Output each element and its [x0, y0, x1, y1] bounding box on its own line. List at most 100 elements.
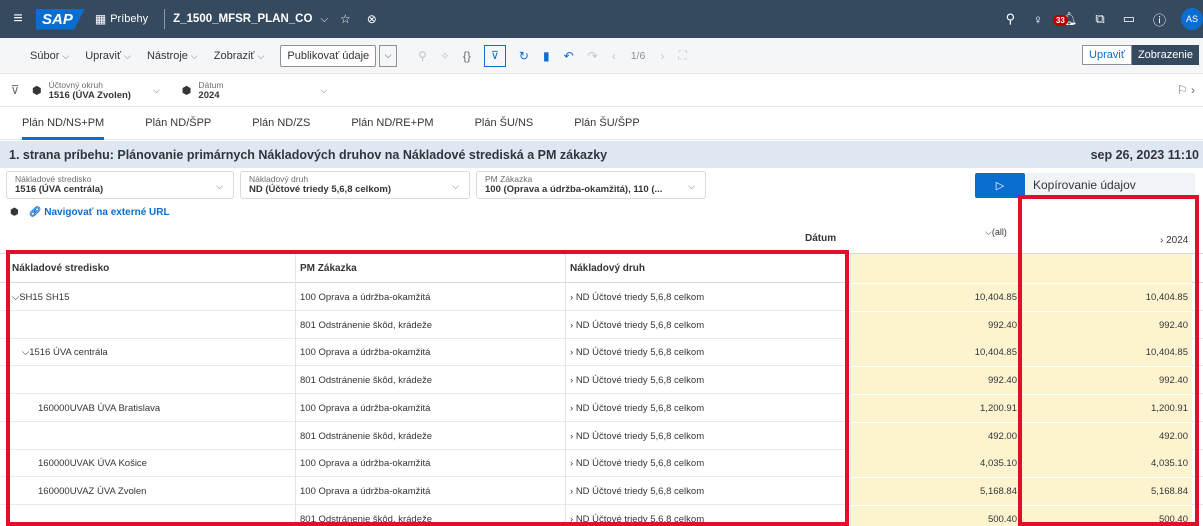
comments-icon[interactable]: ▭	[1123, 11, 1135, 27]
table-row[interactable]: 801 Odstránenie škôd, krádeže › ND Účtové…	[0, 422, 1203, 450]
copy-data-button[interactable]: ▷	[975, 173, 1025, 198]
filter-settings-icon[interactable]: ⚐ ›	[1177, 83, 1195, 97]
cell-cost-center[interactable]: 160000UVAK ÚVA Košice	[38, 450, 147, 477]
cell-value-2024[interactable]: 4,035.10	[1022, 450, 1192, 478]
cell-value-2024[interactable]: 492.00	[1022, 422, 1192, 450]
view-mode-button[interactable]: Zobrazenie	[1131, 45, 1199, 65]
search-icon[interactable]: ⚲	[1006, 11, 1016, 27]
header-pm-order[interactable]: PM Zákazka	[300, 254, 357, 283]
cell-pm-order[interactable]: 801 Odstránenie škôd, krádeže	[300, 312, 432, 339]
cell-value-2024[interactable]: 1,200.91	[1022, 394, 1192, 422]
cell-value-all[interactable]: 4,035.10	[851, 450, 1021, 478]
cell-cost-type[interactable]: › ND Účtové triedy 5,6,8 celkom	[570, 478, 704, 505]
notifications-icon[interactable]: 🔔︎ 33	[1052, 11, 1077, 27]
story-name[interactable]: Z_1500_MFSR_PLAN_CO	[173, 13, 312, 25]
chevron-right-icon[interactable]: ›	[570, 320, 573, 331]
lightbulb-icon[interactable]: ♀	[1033, 12, 1043, 27]
tab-su-spp[interactable]: Plán ŠU/ŠPP	[574, 107, 639, 140]
cell-cost-type[interactable]: › ND Účtové triedy 5,6,8 celkom	[570, 284, 704, 311]
cell-cost-center[interactable]: ⌵SH15 SH15	[12, 284, 69, 311]
table-row[interactable]: ⌵SH15 SH15 100 Oprava a údržba-okamžitá › …	[0, 284, 1203, 311]
table-row[interactable]: 160000UVAB ÚVA Bratislava 100 Oprava a úd…	[0, 394, 1203, 422]
refresh-icon[interactable]: ↻	[519, 49, 529, 63]
menu-icon[interactable]: ≡	[0, 10, 36, 28]
all-header[interactable]: ⌵(all)	[985, 227, 1007, 238]
table-row[interactable]: 801 Odstránenie škôd, krádeže › ND Účtové…	[0, 367, 1203, 395]
cell-pm-order[interactable]: 801 Odstránenie škôd, krádeže	[300, 423, 432, 450]
menu-view[interactable]: Zobraziť ⌵	[214, 50, 265, 62]
chevron-right-icon[interactable]: ›	[570, 347, 573, 358]
cell-cost-type[interactable]: › ND Účtové triedy 5,6,8 celkom	[570, 312, 704, 339]
copy-data-label[interactable]: Kopírovanie údajov	[1025, 173, 1195, 198]
input-cost-center[interactable]: Nákladové stredisko 1516 (ÚVA centrála) …	[6, 171, 234, 199]
cell-cost-type[interactable]: › ND Účtové triedy 5,6,8 celkom	[570, 367, 704, 394]
navigation-icon[interactable]: ⟡	[441, 48, 449, 63]
cell-value-all[interactable]: 10,404.85	[851, 339, 1021, 367]
cell-value-all[interactable]: 5,168.84	[851, 477, 1021, 505]
header-cost-center[interactable]: Nákladové stredisko	[12, 254, 109, 283]
cell-cost-type[interactable]: › ND Účtové triedy 5,6,8 celkom	[570, 450, 704, 477]
avatar[interactable]: AS	[1181, 8, 1203, 30]
cell-value-2024[interactable]: 992.40	[1022, 311, 1192, 339]
undo-icon[interactable]: ↶	[564, 49, 574, 63]
close-icon[interactable]: ⊗	[367, 12, 377, 26]
publish-dropdown[interactable]: ⌵	[379, 44, 398, 67]
header-cost-type[interactable]: Nákladový druh	[570, 254, 645, 283]
pin-icon[interactable]: ⚲	[418, 49, 427, 63]
cell-value-2024[interactable]: 10,404.85	[1022, 284, 1192, 311]
cell-pm-order[interactable]: 100 Oprava a údržba-okamžitá	[300, 395, 430, 422]
tab-nd-spp[interactable]: Plán ND/ŠPP	[145, 107, 211, 140]
year-header[interactable]: › 2024	[1160, 235, 1188, 246]
input-pm-order[interactable]: PM Zákazka 100 (Oprava a údržba-okamžitá…	[476, 171, 706, 199]
cell-cost-center[interactable]: 160000UVAB ÚVA Bratislava	[38, 395, 160, 422]
cell-pm-order[interactable]: 100 Oprava a údržba-okamžitá	[300, 284, 430, 311]
cell-pm-order[interactable]: 100 Oprava a údržba-okamžitá	[300, 478, 430, 505]
menu-file[interactable]: Súbor ⌵	[30, 50, 69, 62]
help-icon[interactable]: ⓘ	[1153, 10, 1166, 29]
chevron-right-icon[interactable]: ›	[570, 375, 573, 386]
cell-cost-type[interactable]: › ND Účtové triedy 5,6,8 celkom	[570, 339, 704, 366]
cell-value-2024[interactable]: 5,168.84	[1022, 477, 1192, 505]
bookmark-icon[interactable]: ▮	[543, 49, 550, 63]
publish-button[interactable]: Publikovať údaje	[280, 44, 377, 67]
cell-pm-order[interactable]: 801 Odstránenie škôd, krádeže	[300, 506, 432, 526]
chevron-right-icon[interactable]: ›	[570, 486, 573, 497]
tab-nd-zs[interactable]: Plán ND/ZS	[252, 107, 310, 140]
tab-nd-re-pm[interactable]: Plán ND/RE+PM	[351, 107, 433, 140]
prev-page-icon[interactable]: ‹	[612, 49, 616, 63]
chevron-right-icon[interactable]: ›	[570, 514, 573, 525]
chevron-down-icon[interactable]: ⌵	[320, 14, 328, 25]
redo-icon[interactable]: ↷	[588, 49, 598, 63]
discussions-icon[interactable]: ⧉	[1095, 11, 1104, 27]
fullscreen-icon[interactable]: ⛶	[678, 48, 686, 63]
filter-icon[interactable]: ⊽	[483, 44, 506, 67]
table-row[interactable]: 801 Odstránenie škôd, krádeže › ND Účtové…	[0, 505, 1203, 526]
next-page-icon[interactable]: ›	[660, 49, 664, 63]
chevron-down-icon[interactable]: ⌵	[153, 85, 160, 96]
cell-value-all[interactable]: 10,404.85	[851, 284, 1021, 311]
sap-logo[interactable]: SAP	[36, 8, 85, 30]
formula-icon[interactable]: {}	[463, 49, 471, 63]
tab-su-ns[interactable]: Plán ŠU/NS	[475, 107, 534, 140]
menu-tools[interactable]: Nástroje ⌵	[147, 50, 198, 62]
filter-company-code[interactable]: ⬢ Účtovný okruh 1516 (ÚVA Zvolen) ⌵	[30, 80, 160, 101]
table-row[interactable]: ⌵1516 ÚVA centrála 100 Oprava a údržba-ok…	[0, 339, 1203, 367]
cell-pm-order[interactable]: 100 Oprava a údržba-okamžitá	[300, 339, 430, 366]
cell-value-2024[interactable]: 992.40	[1022, 367, 1192, 395]
chevron-right-icon[interactable]: ›	[570, 431, 573, 442]
cell-value-all[interactable]: 500.40	[851, 505, 1021, 526]
edit-mode-button[interactable]: Upraviť	[1082, 45, 1132, 65]
cell-value-all[interactable]: 992.40	[851, 311, 1021, 339]
cell-value-2024[interactable]: 10,404.85	[1022, 339, 1192, 367]
cell-value-all[interactable]: 992.40	[851, 367, 1021, 395]
filter-funnel-icon[interactable]: ⊽	[0, 83, 30, 97]
cell-cost-type[interactable]: › ND Účtové triedy 5,6,8 celkom	[570, 423, 704, 450]
cell-cost-center[interactable]: 160000UVAZ ÚVA Zvolen	[38, 478, 146, 505]
cell-cost-type[interactable]: › ND Účtové triedy 5,6,8 celkom	[570, 395, 704, 422]
star-icon[interactable]: ☆	[340, 12, 351, 26]
cell-cost-type[interactable]: › ND Účtové triedy 5,6,8 celkom	[570, 506, 704, 526]
tab-nd-ns-pm[interactable]: Plán ND/NS+PM	[22, 107, 105, 140]
cell-value-all[interactable]: 492.00	[851, 422, 1021, 450]
chevron-right-icon[interactable]: ›	[570, 458, 573, 469]
cell-cost-center[interactable]: ⌵1516 ÚVA centrála	[22, 339, 108, 366]
